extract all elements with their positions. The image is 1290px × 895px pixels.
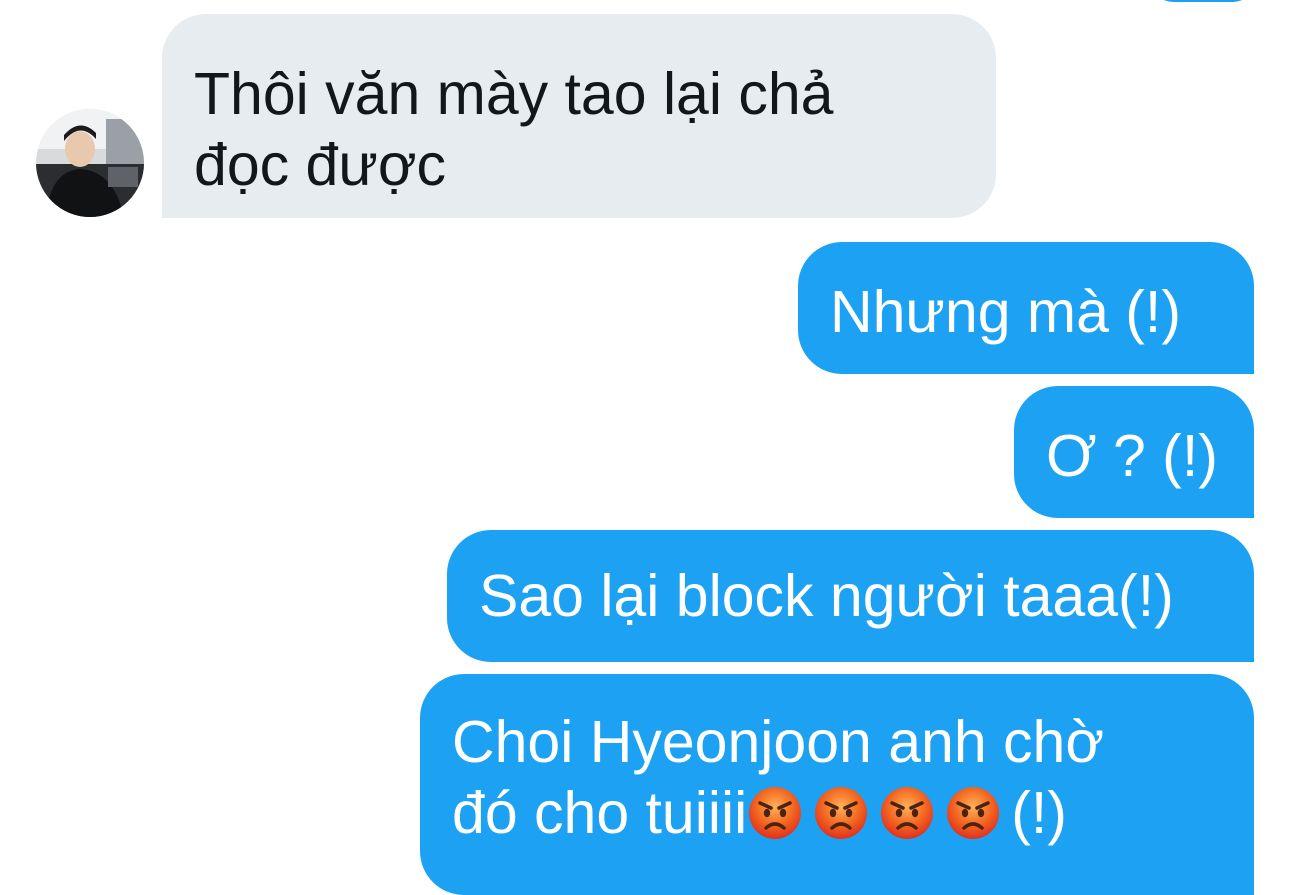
outgoing-message-suffix: (!) [1011,780,1067,846]
incoming-message-line: đọc được [194,132,447,198]
outgoing-message-line: đó cho tuiiii (!) [452,778,1224,849]
outgoing-message-text: Ơ ? (!) [1046,423,1218,489]
outgoing-message-text: Nhưng mà (!) [830,279,1181,345]
incoming-message-line: Thôi văn mày tao lại chả [194,61,834,127]
pouting-face-emoji [749,787,802,839]
pouting-face-emoji [881,787,934,839]
incoming-message-bubble[interactable]: Thôi văn mày tao lại chả đọc được [162,14,996,218]
chat-thread: Thôi văn mày tao lại chả đọc được Nhưng … [0,0,1290,895]
previous-message-bubble[interactable] [1152,0,1254,2]
pouting-face-emoji [947,787,1000,839]
outgoing-message-bubble[interactable]: Choi Hyeonjoon anh chờ đó cho tuiiii (!) [420,674,1254,895]
pouting-face-emoji [815,787,868,839]
outgoing-message-text: Sao lại block người taaa(!) [479,563,1174,629]
outgoing-message-bubble[interactable]: Sao lại block người taaa(!) [447,530,1254,662]
outgoing-message-text: đó cho tuiiii [452,780,748,846]
avatar-photo [36,109,144,217]
user-avatar[interactable] [36,109,144,217]
outgoing-message-line: Choi Hyeonjoon anh chờ [452,709,1105,775]
emoji-row [747,780,1011,846]
outgoing-message-bubble[interactable]: Ơ ? (!) [1014,386,1254,518]
outgoing-message-bubble[interactable]: Nhưng mà (!) [798,242,1254,374]
